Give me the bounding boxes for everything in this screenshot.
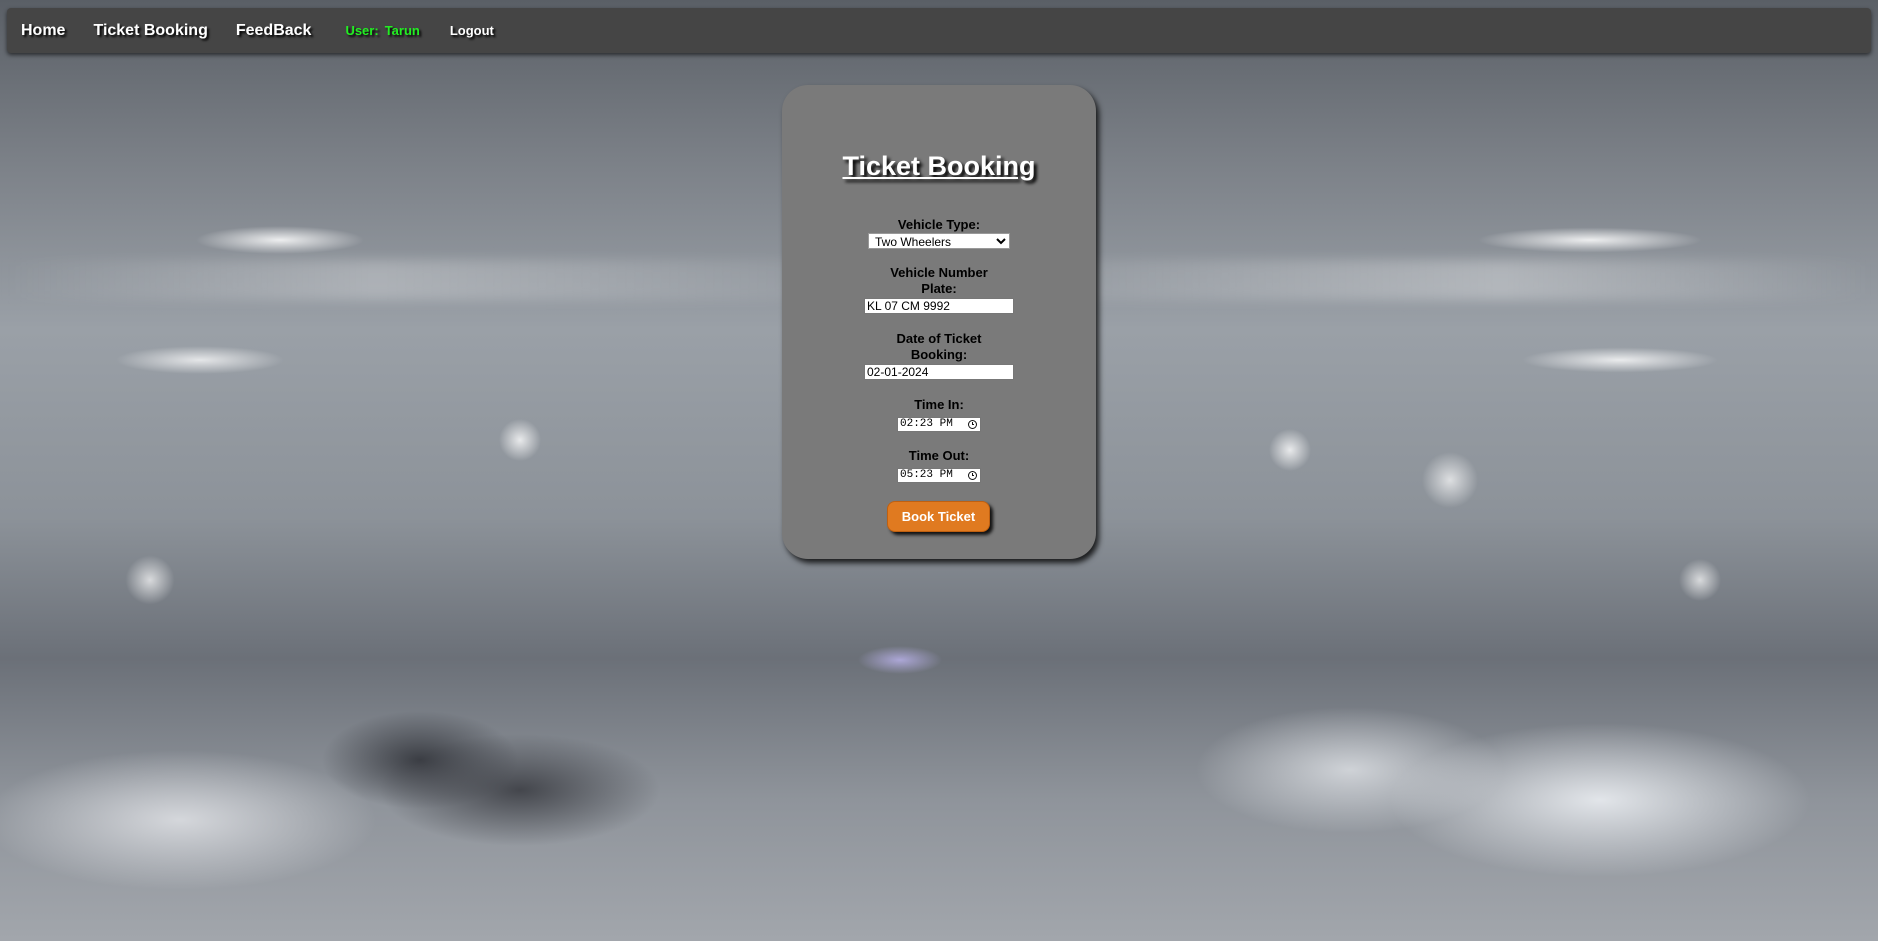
nav-home-link[interactable]: Home — [21, 22, 65, 40]
time-out-label: Time Out: — [908, 448, 970, 463]
time-out-input[interactable]: 05:23 PM — [897, 467, 981, 483]
clock-icon[interactable] — [968, 419, 977, 429]
book-ticket-button[interactable]: Book Ticket — [887, 501, 990, 532]
number-plate-label: Vehicle Number Plate: — [890, 265, 988, 296]
user-name: Tarun — [384, 23, 420, 38]
time-out-value: 05:23 PM — [900, 469, 953, 481]
logout-link[interactable]: Logout — [450, 23, 494, 38]
time-in-value: 02:23 PM — [900, 418, 953, 430]
vehicle-type-label: Vehicle Type: — [897, 217, 981, 232]
booking-date-field: Date of Ticket Booking: — [782, 331, 1096, 381]
top-navbar: Home Ticket Booking FeedBack User: Tarun … — [7, 8, 1871, 53]
time-in-label: Time In: — [914, 397, 964, 412]
current-user: User: Tarun — [345, 23, 419, 38]
nav-feedback-link[interactable]: FeedBack — [236, 22, 312, 40]
ticket-booking-card: Ticket Booking Vehicle Type: Two Wheeler… — [782, 85, 1096, 559]
time-in-input[interactable]: 02:23 PM — [897, 416, 981, 432]
booking-date-input[interactable] — [864, 364, 1014, 380]
nav-ticket-booking-link[interactable]: Ticket Booking — [93, 22, 207, 40]
time-in-field: Time In: 02:23 PM — [782, 397, 1096, 432]
number-plate-field: Vehicle Number Plate: — [782, 265, 1096, 315]
vehicle-type-select[interactable]: Two Wheelers — [868, 233, 1010, 249]
number-plate-input[interactable] — [864, 298, 1014, 314]
time-out-field: Time Out: 05:23 PM — [782, 448, 1096, 483]
clock-icon[interactable] — [968, 470, 977, 480]
user-label: User: — [345, 23, 379, 38]
booking-date-label: Date of Ticket Booking: — [896, 331, 982, 362]
vehicle-type-field: Vehicle Type: Two Wheelers — [782, 217, 1096, 251]
page-title: Ticket Booking — [842, 151, 1036, 181]
